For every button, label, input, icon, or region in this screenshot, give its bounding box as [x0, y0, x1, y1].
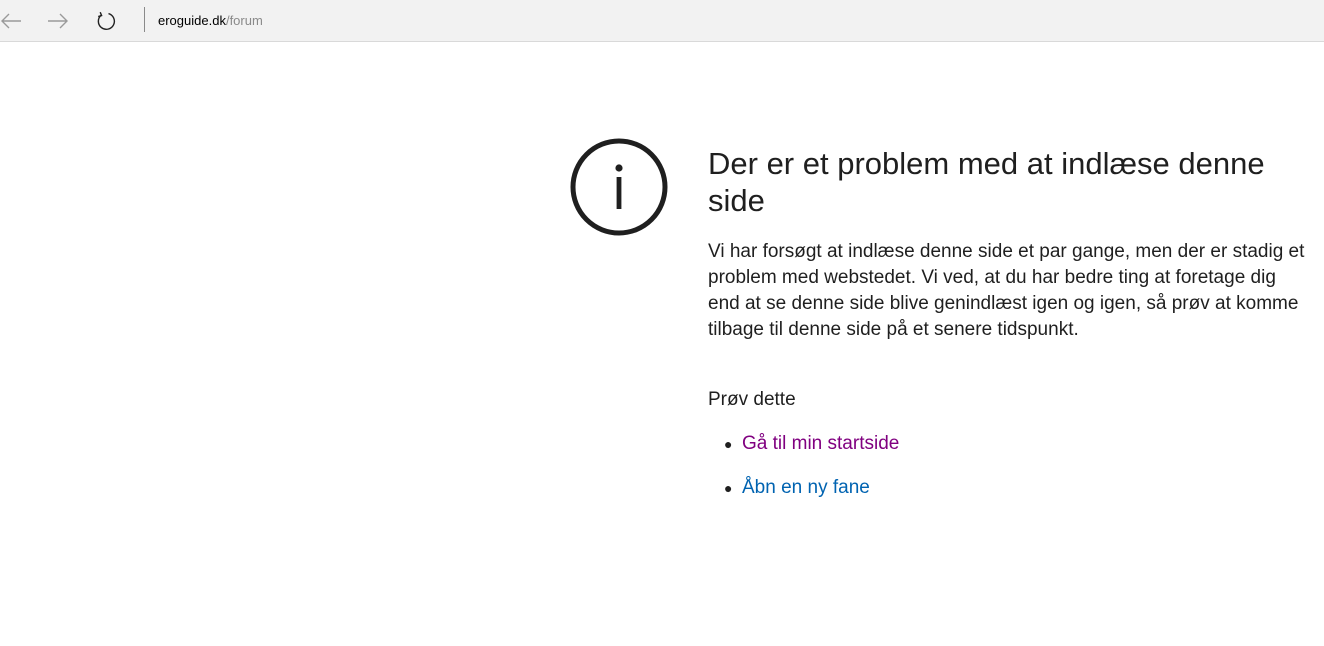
error-title: Der er et problem med at indlæse denne s…: [708, 146, 1265, 218]
forward-arrow-icon: [48, 13, 68, 29]
address-domain: eroguide.dk: [158, 13, 226, 28]
bullet-icon: ●: [724, 436, 733, 452]
info-icon: [570, 138, 668, 236]
back-arrow-icon: [1, 13, 21, 29]
bullet-icon: ●: [724, 480, 733, 496]
error-content: Der er et problem med at indlæse denne s…: [708, 145, 1308, 519]
refresh-button[interactable]: [91, 6, 121, 36]
address-bar[interactable]: eroguide.dk/forum: [158, 13, 263, 29]
open-new-tab-link[interactable]: Åbn en ny fane: [742, 477, 870, 498]
try-this-label: Prøv dette: [708, 389, 796, 410]
error-description: Vi har forsøgt at indlæse denne side et …: [708, 241, 1305, 340]
list-item: ● Gå til min startside: [708, 431, 1308, 457]
address-path: /forum: [225, 13, 263, 28]
back-button[interactable]: [0, 6, 26, 36]
browser-toolbar: eroguide.dk/forum: [0, 0, 1324, 42]
forward-button[interactable]: [43, 6, 73, 36]
address-divider: [144, 7, 145, 32]
go-to-homepage-link[interactable]: Gå til min startside: [742, 433, 899, 454]
refresh-icon: [97, 11, 116, 30]
list-item: ● Åbn en ny fane: [708, 475, 1308, 501]
suggestion-list: ● Gå til min startside ● Åbn en ny fane: [708, 431, 1308, 501]
